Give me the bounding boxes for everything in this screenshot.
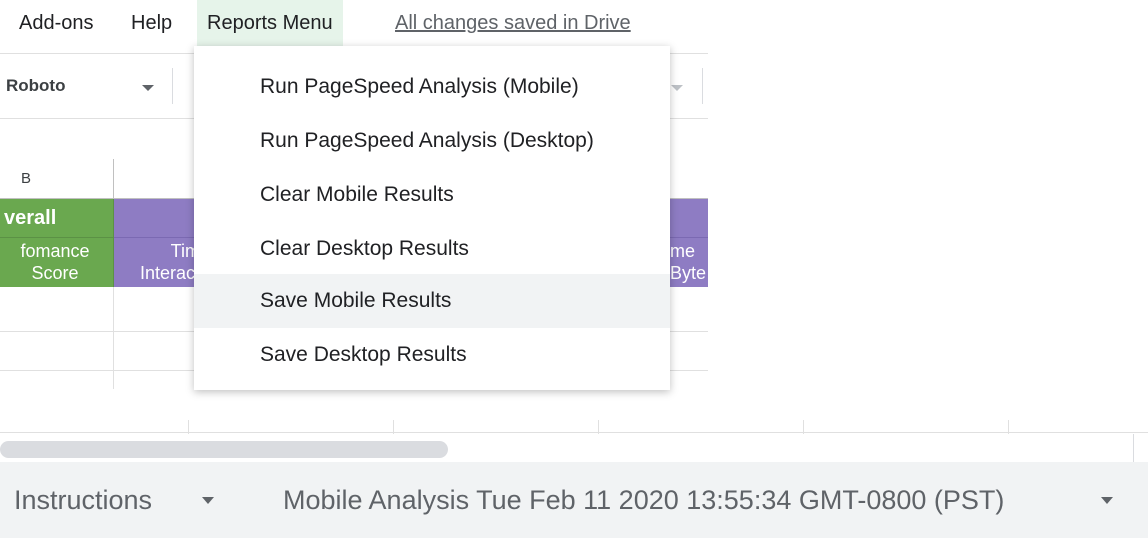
grid-column-line: [803, 420, 804, 434]
menu-help[interactable]: Help: [131, 0, 172, 46]
menu-item-run-desktop[interactable]: Run PageSpeed Analysis (Desktop): [194, 114, 670, 168]
grid-row-line: [0, 432, 1148, 433]
chevron-down-icon[interactable]: [202, 497, 214, 504]
grid-column-line: [188, 420, 189, 434]
header-line: Interact: [139, 263, 200, 283]
menu-add-ons[interactable]: Add-ons: [19, 0, 94, 46]
menu-item-save-desktop[interactable]: Save Desktop Results: [194, 328, 670, 382]
chevron-down-icon[interactable]: [671, 85, 683, 91]
grid-column-line: [113, 287, 114, 389]
column-header-label: B: [21, 170, 32, 187]
horizontal-scrollbar[interactable]: [0, 441, 448, 458]
header-line: fomance: [20, 241, 90, 261]
menu-item-save-mobile[interactable]: Save Mobile Results: [194, 274, 670, 328]
tab-mobile-analysis[interactable]: Mobile Analysis Tue Feb 11 2020 13:55:34…: [283, 462, 1004, 538]
scroll-arrow[interactable]: [1133, 434, 1148, 462]
column-header-b[interactable]: B: [0, 159, 114, 199]
header-line: Tim: [170, 241, 200, 261]
font-family-select[interactable]: Roboto: [6, 76, 65, 96]
toolbar-divider: [702, 68, 703, 104]
grid-column-line: [393, 420, 394, 434]
menu-bar: Add-ons Help Reports Menu All changes sa…: [0, 0, 1148, 46]
performance-score-header[interactable]: fomance Score: [0, 237, 114, 287]
menu-item-clear-desktop[interactable]: Clear Desktop Results: [194, 222, 670, 276]
overall-header-cell[interactable]: verall: [0, 199, 114, 237]
menu-reports[interactable]: Reports Menu: [197, 0, 343, 46]
save-status-link[interactable]: All changes saved in Drive: [395, 0, 631, 46]
header-line: me: [670, 241, 696, 261]
toolbar-divider: [172, 68, 173, 104]
header-line: Score: [31, 263, 79, 283]
chevron-down-icon[interactable]: [1101, 497, 1113, 504]
menu-item-clear-mobile[interactable]: Clear Mobile Results: [194, 168, 670, 222]
grid-column-line: [1008, 420, 1009, 434]
overall-header-text: verall: [4, 207, 57, 229]
tab-instructions[interactable]: Instructions: [14, 462, 152, 538]
header-line: Byte: [670, 263, 707, 283]
chevron-down-icon[interactable]: [142, 85, 154, 91]
grid-column-line: [598, 420, 599, 434]
reports-menu-dropdown: Run PageSpeed Analysis (Mobile) Run Page…: [194, 46, 670, 390]
menu-item-run-mobile[interactable]: Run PageSpeed Analysis (Mobile): [194, 60, 670, 114]
